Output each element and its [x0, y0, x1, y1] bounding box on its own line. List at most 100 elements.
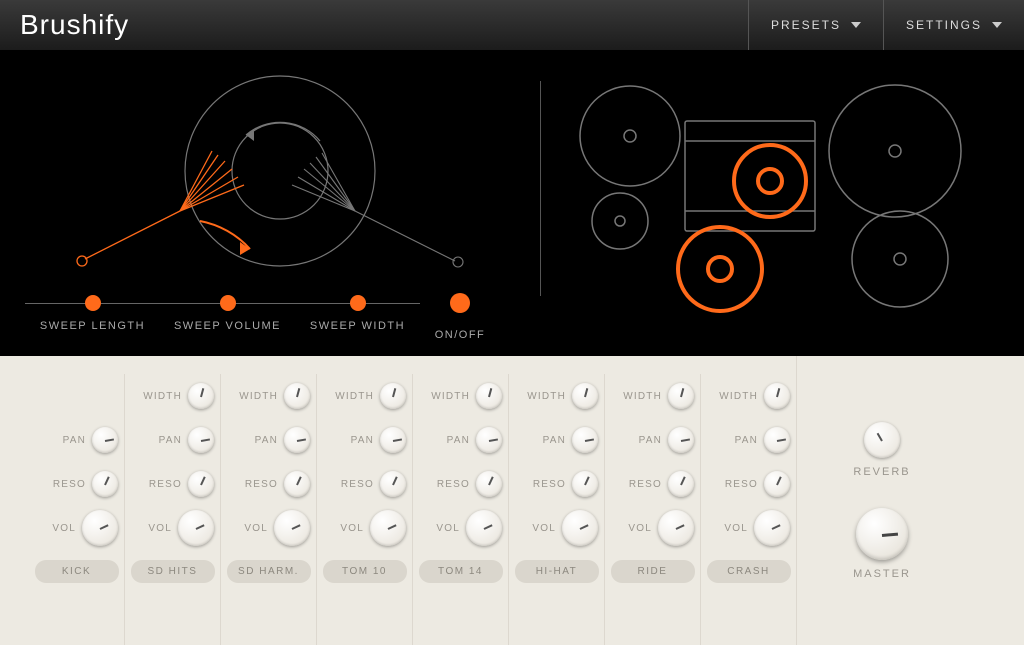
knob-cell — [29, 374, 124, 418]
channel-crash: WIDTHPANRESOVOLCRASH — [700, 374, 796, 645]
width-knob[interactable] — [380, 383, 406, 409]
pan-knob[interactable] — [668, 427, 694, 453]
slider-thumb[interactable] — [350, 295, 366, 311]
knob-cell: PAN — [221, 418, 316, 462]
mixer-panel: PANRESOVOLKICKWIDTHPANRESOVOLSD HITSWIDT… — [0, 356, 1024, 645]
sweep-width-slider[interactable]: SWEEP WIDTH — [295, 303, 420, 341]
slider-thumb[interactable] — [220, 295, 236, 311]
sweep-onoff-toggle[interactable]: ON/OFF — [420, 303, 500, 341]
settings-label: SETTINGS — [906, 18, 982, 32]
vol-knob[interactable] — [466, 510, 502, 546]
kit-pane[interactable] — [540, 51, 1024, 356]
channel-kick: PAN RESO VOL KICK — [28, 374, 124, 645]
channel-hi-hat: WIDTH PANRESO VOL HI-HAT — [508, 374, 604, 645]
vol-knob[interactable] — [274, 510, 310, 546]
pan-knob[interactable] — [380, 427, 406, 453]
knob-cell: PAN — [317, 418, 412, 462]
vol-label: VOL — [436, 523, 460, 534]
channel-name-button[interactable]: KICK — [35, 560, 119, 583]
channel-tom-14: WIDTH PAN RESO VOL TOM 14 — [412, 374, 508, 645]
width-label: WIDTH — [239, 391, 278, 402]
visual-panel: SWEEP LENGTH SWEEP VOLUME SWEEP WIDTH ON… — [0, 51, 1024, 356]
width-label: WIDTH — [431, 391, 470, 402]
reso-knob[interactable] — [188, 471, 214, 497]
width-knob[interactable] — [188, 383, 214, 409]
reso-knob[interactable] — [284, 471, 310, 497]
knob-cell: VOL — [221, 506, 316, 550]
knob-cell: WIDTH — [605, 374, 700, 418]
width-knob[interactable] — [476, 383, 502, 409]
channel-name-button[interactable]: SD HARM. — [227, 560, 311, 583]
reso-knob[interactable] — [572, 471, 598, 497]
knob-cell: WIDTH — [221, 374, 316, 418]
vol-knob[interactable] — [82, 510, 118, 546]
knob-cell: PAN — [509, 418, 604, 462]
reso-knob[interactable] — [764, 471, 790, 497]
presets-button[interactable]: PRESETS — [748, 0, 883, 50]
channel-name-button[interactable]: RIDE — [611, 560, 695, 583]
presets-label: PRESETS — [771, 18, 841, 32]
reverb-knob[interactable] — [864, 422, 900, 458]
pan-label: PAN — [735, 435, 758, 446]
channel-name-button[interactable]: TOM 14 — [419, 560, 503, 583]
vol-knob[interactable] — [178, 510, 214, 546]
pan-knob[interactable] — [284, 427, 310, 453]
reso-label: RESO — [629, 479, 662, 490]
knob-cell: VOL — [509, 506, 604, 550]
pan-label: PAN — [63, 435, 86, 446]
width-knob[interactable] — [284, 383, 310, 409]
channel-sd-hits: WIDTHPANRESOVOLSD HITS — [124, 374, 220, 645]
pan-label: PAN — [447, 435, 470, 446]
channel-sd-harm-: WIDTH PAN RESO VOL SD HARM. — [220, 374, 316, 645]
reso-knob[interactable] — [668, 471, 694, 497]
reso-knob[interactable] — [380, 471, 406, 497]
pan-knob[interactable] — [764, 427, 790, 453]
width-label: WIDTH — [527, 391, 566, 402]
width-knob[interactable] — [668, 383, 694, 409]
slider-label: SWEEP LENGTH — [40, 320, 145, 332]
channel-name-button[interactable]: SD HITS — [131, 560, 215, 583]
width-label: WIDTH — [623, 391, 662, 402]
width-label: WIDTH — [719, 391, 758, 402]
knob-cell: WIDTH — [317, 374, 412, 418]
reso-knob[interactable] — [476, 471, 502, 497]
knob-cell: RESO — [29, 462, 124, 506]
vol-knob[interactable] — [562, 510, 598, 546]
reso-label: RESO — [245, 479, 278, 490]
master-knob[interactable] — [856, 508, 908, 560]
knob-cell: VOL — [125, 506, 220, 550]
pan-knob[interactable] — [188, 427, 214, 453]
master-label: MASTER — [853, 568, 911, 580]
pan-knob[interactable] — [92, 427, 118, 453]
sweep-controls: SWEEP LENGTH SWEEP VOLUME SWEEP WIDTH ON… — [25, 303, 515, 341]
channel-name-button[interactable]: TOM 10 — [323, 560, 407, 583]
sweep-length-slider[interactable]: SWEEP LENGTH — [25, 303, 160, 341]
vol-knob[interactable] — [658, 510, 694, 546]
slider-thumb[interactable] — [85, 295, 101, 311]
knob-cell: VOL — [413, 506, 508, 550]
pan-label: PAN — [351, 435, 374, 446]
vol-knob[interactable] — [754, 510, 790, 546]
knob-cell: RESO — [701, 462, 796, 506]
knob-cell: RESO — [221, 462, 316, 506]
pan-knob[interactable] — [476, 427, 502, 453]
width-knob[interactable] — [764, 383, 790, 409]
pan-knob[interactable] — [572, 427, 598, 453]
vol-label: VOL — [532, 523, 556, 534]
knob-cell: RESO — [605, 462, 700, 506]
vol-label: VOL — [52, 523, 76, 534]
channel-name-button[interactable]: CRASH — [707, 560, 791, 583]
knob-cell: WIDTH — [413, 374, 508, 418]
knob-cell: RESO — [509, 462, 604, 506]
reso-knob[interactable] — [92, 471, 118, 497]
reso-label: RESO — [437, 479, 470, 490]
channel-name-button[interactable]: HI-HAT — [515, 560, 599, 583]
width-label: WIDTH — [335, 391, 374, 402]
settings-button[interactable]: SETTINGS — [883, 0, 1024, 50]
knob-cell: VOL — [29, 506, 124, 550]
vol-label: VOL — [340, 523, 364, 534]
sweep-volume-slider[interactable]: SWEEP VOLUME — [160, 303, 295, 341]
width-knob[interactable] — [572, 383, 598, 409]
vol-knob[interactable] — [370, 510, 406, 546]
knob-cell: RESO — [125, 462, 220, 506]
